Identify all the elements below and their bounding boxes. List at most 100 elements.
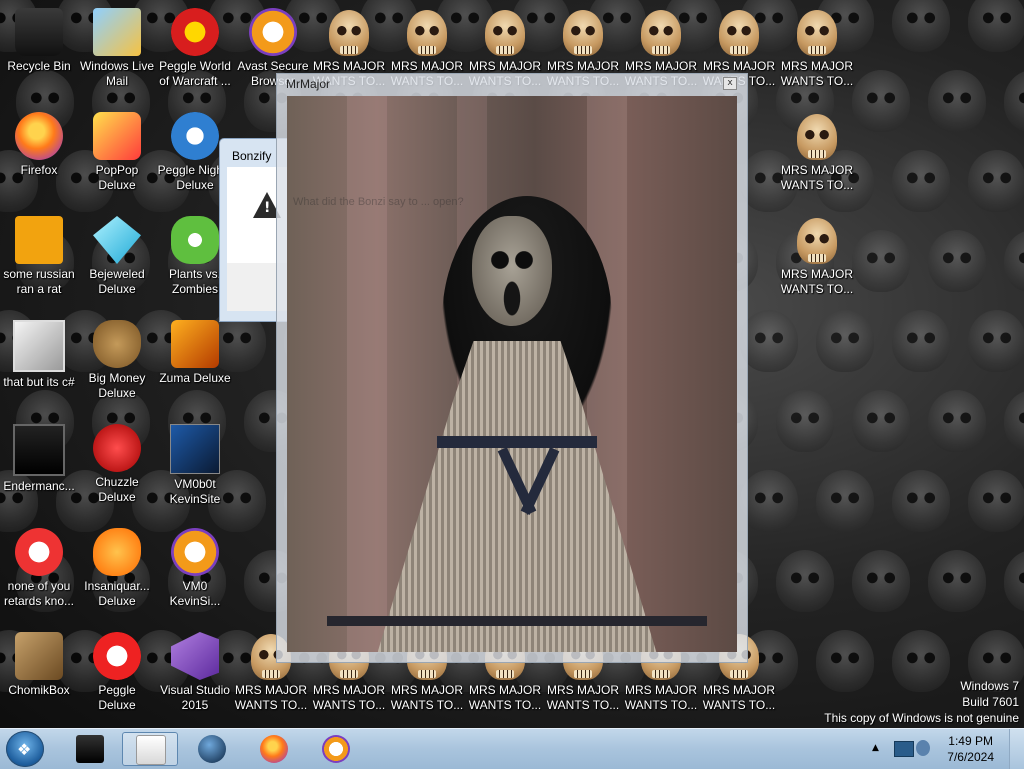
peggle-wow-icon [171, 8, 219, 56]
close-button[interactable]: x [723, 77, 737, 90]
desktop-icon-label: MRS MAJOR WANTS TO... [780, 59, 854, 88]
desktop-icon-label: MRS MAJOR WANTS TO... [312, 683, 386, 712]
chevron-up-icon[interactable]: ▲ [872, 743, 879, 753]
desktop-icon-label: Insaniquar... Deluxe [84, 579, 150, 608]
skull-icon [641, 10, 681, 56]
taskbar-item-console[interactable] [62, 732, 118, 766]
desktop-icon-vm[interactable]: VM0b0t KevinSite [156, 424, 234, 507]
desktop-icon-chuzzle[interactable]: Chuzzle Deluxe [78, 424, 156, 505]
desktop-icon-avast[interactable]: VM0 KevinSi... [156, 528, 234, 609]
desktop-icon-poppop[interactable]: PopPop Deluxe [78, 112, 156, 193]
network-icon[interactable] [894, 741, 914, 757]
bejeweled-icon [93, 216, 141, 264]
shortcut-icon [13, 320, 65, 372]
taskbar-item-globe[interactable] [184, 732, 240, 766]
avast-browser-icon [249, 8, 297, 56]
desktop-icon-label: Recycle Bin [7, 59, 71, 73]
clock[interactable]: 1:49 PM 7/6/2024 [947, 733, 994, 765]
desktop-icon-firefox[interactable]: Firefox [0, 112, 78, 178]
desktop-icon-windows-live-mail[interactable]: Windows Live Mail [78, 8, 156, 89]
poppop-icon [93, 112, 141, 160]
money-bag-icon [93, 320, 141, 368]
desktop-icon-label: MRS MAJOR WANTS TO... [546, 683, 620, 712]
desktop-icon-label: MRS MAJOR WANTS TO... [468, 683, 542, 712]
volume-icon[interactable] [916, 740, 930, 756]
de-app-icon [15, 216, 63, 264]
mrmajor-window[interactable]: MrMajor x What did the Bonzi say to ... … [276, 73, 748, 663]
desktop-icon-label: MRS MAJOR WANTS TO... [624, 683, 698, 712]
desktop-icon-endermanch[interactable]: Endermanc... [0, 424, 78, 494]
desktop-icon-recycle-bin[interactable]: Recycle Bin [0, 8, 78, 74]
desktop-icon-label: Chuzzle Deluxe [95, 475, 139, 504]
chomikbox-icon [15, 632, 63, 680]
peggle-icon [93, 632, 141, 680]
media-icon [136, 735, 166, 765]
desktop-icon-money-bag[interactable]: Big Money Deluxe [78, 320, 156, 401]
desktop-icon-label: MRS MAJOR WANTS TO... [780, 163, 854, 192]
desktop-icon-label: Big Money Deluxe [88, 371, 146, 400]
avast-icon [322, 735, 350, 763]
avast-icon [171, 528, 219, 576]
clock-time: 1:49 PM [948, 734, 993, 748]
skull-icon [563, 10, 603, 56]
watermark-build: Build 7601 [962, 695, 1019, 709]
vm-icon [170, 424, 220, 474]
desktop-icon-de-app[interactable]: some russian ran a rat [0, 216, 78, 297]
desktop-icon-label: some russian ran a rat [3, 267, 75, 296]
desktop-icon-label: Firefox [20, 163, 58, 177]
skull-icon [797, 114, 837, 160]
dragon-icon [15, 528, 63, 576]
globe-icon [198, 735, 226, 763]
start-button[interactable]: ❖ [6, 731, 44, 767]
firefox-icon [15, 112, 63, 160]
taskbar-item-avast[interactable] [308, 732, 364, 766]
windows-live-mail-icon [93, 8, 141, 56]
system-tray: ▲ 1:49 PM 7/6/2024 [864, 729, 1024, 769]
terminal-icon [76, 735, 104, 763]
desktop-icon-mrs-major[interactable]: MRS MAJOR WANTS TO... [778, 216, 856, 297]
desktop-icon-dragon[interactable]: none of you retards kno... [0, 528, 78, 609]
desktop: Recycle Bin Windows Live Mail Peggle World… [0, 0, 1024, 728]
clock-date: 7/6/2024 [947, 750, 994, 764]
desktop-icon-peggle-wow[interactable]: Peggle World of Warcraft ... [156, 8, 234, 89]
desktop-icon-shortcut[interactable]: that but its c# [0, 320, 78, 390]
zuma-icon [171, 320, 219, 368]
desktop-icon-visual-studio[interactable]: Visual Studio 2015 [156, 632, 234, 713]
desktop-icon-label: PopPop Deluxe [95, 163, 139, 192]
desktop-icon-label: MRS MAJOR WANTS TO... [390, 683, 464, 712]
desktop-icon-bejeweled[interactable]: Bejeweled Deluxe [78, 216, 156, 297]
desktop-icon-mrs-major[interactable]: MRS MAJOR WANTS TO... [778, 112, 856, 193]
desktop-icon-label: MRS MAJOR WANTS TO... [234, 683, 308, 712]
faded-dialog-text: What did the Bonzi say to ... open? [293, 196, 464, 208]
desktop-icon-label: Bejeweled Deluxe [89, 267, 145, 296]
recycle-bin-icon [15, 8, 63, 56]
windows-logo-icon: ❖ [17, 740, 32, 759]
desktop-icon-label: VM0 KevinSi... [169, 579, 221, 608]
insaniquarium-icon [93, 528, 141, 576]
skull-icon [485, 10, 525, 56]
desktop-icon-label: that but its c# [3, 375, 75, 389]
desktop-icon-peggle[interactable]: Peggle Deluxe [78, 632, 156, 713]
desktop-icon-label: Zuma Deluxe [159, 371, 231, 385]
visual-studio-icon [171, 632, 219, 680]
peggle-nights-icon [171, 112, 219, 160]
desktop-icon-mrs-major[interactable]: MRS MAJOR WANTS TO... [778, 8, 856, 89]
desktop-icon-label: none of you retards kno... [3, 579, 75, 608]
taskbar: ❖ ▲ 1:49 PM 7/6/2024 [0, 728, 1024, 769]
windows-watermark: Windows 7 Build 7601 This copy of Window… [824, 678, 1019, 726]
watermark-os: Windows 7 [960, 679, 1019, 693]
chuzzle-icon [93, 424, 141, 472]
desktop-icon-label: Peggle Deluxe [98, 683, 136, 712]
skull-icon [719, 10, 759, 56]
skull-icon [407, 10, 447, 56]
desktop-icon-label: Windows Live Mail [79, 59, 155, 88]
desktop-icon-insaniquarium[interactable]: Insaniquar... Deluxe [78, 528, 156, 609]
show-desktop-button[interactable] [1009, 729, 1024, 769]
desktop-icon-label: Visual Studio 2015 [160, 683, 230, 712]
taskbar-item-media[interactable] [122, 732, 178, 766]
taskbar-item-firefox[interactable] [246, 732, 302, 766]
desktop-icon-zuma[interactable]: Zuma Deluxe [156, 320, 234, 386]
skull-icon [797, 10, 837, 56]
desktop-icon-chomikbox[interactable]: ChomikBox [0, 632, 78, 698]
mrmajor-title: MrMajor [286, 77, 330, 91]
